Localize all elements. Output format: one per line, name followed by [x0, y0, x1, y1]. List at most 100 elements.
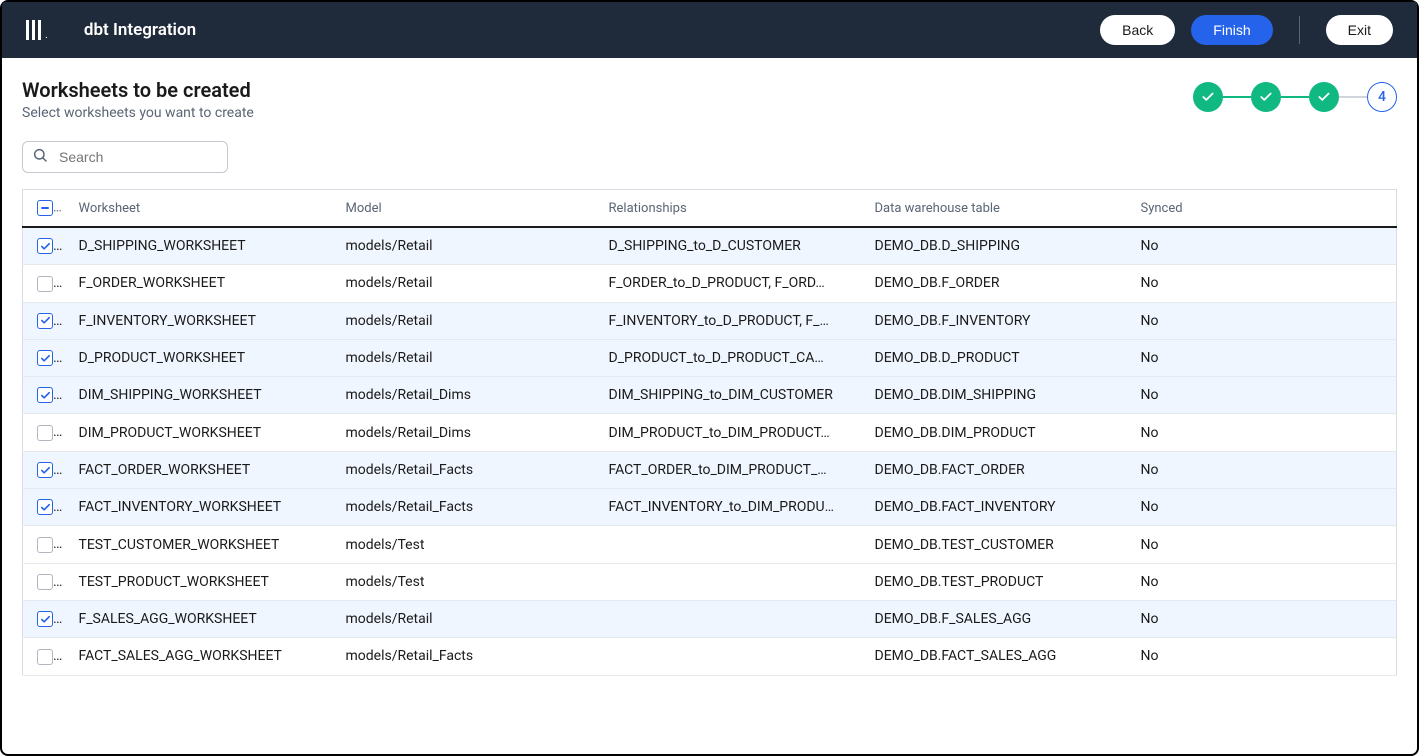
progress-stepper: 4	[1193, 78, 1397, 112]
cell-dw-table: DEMO_DB.DIM_SHIPPING	[861, 377, 1127, 414]
app-logo: .	[26, 20, 48, 40]
row-checkbox[interactable]	[37, 649, 53, 665]
cell-worksheet: D_PRODUCT_WORKSHEET	[65, 339, 332, 376]
step-4-current: 4	[1367, 82, 1397, 112]
search-input[interactable]	[22, 141, 228, 173]
content-area: Worksheets to be created Select workshee…	[2, 58, 1417, 676]
cell-dw-table: DEMO_DB.TEST_CUSTOMER	[861, 526, 1127, 563]
cell-relationships: DIM_SHIPPING_to_DIM_CUSTOMER	[595, 377, 861, 414]
header-divider	[1299, 16, 1300, 44]
table-row[interactable]: F_ORDER_WORKSHEETmodels/RetailF_ORDER_to…	[23, 265, 1397, 302]
logo-icon	[26, 20, 41, 40]
cell-worksheet: FACT_ORDER_WORKSHEET	[65, 451, 332, 488]
header-worksheet[interactable]: Worksheet	[65, 190, 332, 228]
row-checkbox[interactable]	[37, 425, 53, 441]
cell-worksheet: TEST_CUSTOMER_WORKSHEET	[65, 526, 332, 563]
cell-worksheet: DIM_SHIPPING_WORKSHEET	[65, 377, 332, 414]
cell-synced: No	[1127, 377, 1397, 414]
exit-button[interactable]: Exit	[1326, 15, 1393, 45]
step-connector	[1281, 96, 1309, 98]
cell-dw-table: DEMO_DB.TEST_PRODUCT	[861, 563, 1127, 600]
cell-synced: No	[1127, 489, 1397, 526]
table-row[interactable]: FACT_ORDER_WORKSHEETmodels/Retail_FactsF…	[23, 451, 1397, 488]
cell-synced: No	[1127, 414, 1397, 451]
cell-dw-table: DEMO_DB.D_SHIPPING	[861, 227, 1127, 265]
row-checkbox[interactable]	[37, 313, 53, 329]
row-checkbox[interactable]	[37, 387, 53, 403]
cell-synced: No	[1127, 339, 1397, 376]
select-all-checkbox[interactable]	[37, 200, 53, 216]
cell-relationships	[595, 526, 861, 563]
header-select-all	[23, 190, 65, 228]
search-box	[22, 141, 228, 173]
row-checkbox-cell	[23, 563, 65, 600]
header-synced[interactable]: Synced	[1127, 190, 1397, 228]
cell-relationships	[595, 600, 861, 637]
back-button[interactable]: Back	[1100, 15, 1175, 45]
row-checkbox[interactable]	[37, 238, 53, 254]
cell-worksheet: D_SHIPPING_WORKSHEET	[65, 227, 332, 265]
header-dw-table[interactable]: Data warehouse table	[861, 190, 1127, 228]
row-checkbox-cell	[23, 451, 65, 488]
cell-worksheet: TEST_PRODUCT_WORKSHEET	[65, 563, 332, 600]
table-row[interactable]: D_SHIPPING_WORKSHEETmodels/RetailD_SHIPP…	[23, 227, 1397, 265]
worksheets-table: Worksheet Model Relationships Data wareh…	[22, 189, 1397, 676]
cell-worksheet: DIM_PRODUCT_WORKSHEET	[65, 414, 332, 451]
row-checkbox-cell	[23, 302, 65, 339]
cell-relationships	[595, 638, 861, 675]
cell-dw-table: DEMO_DB.FACT_ORDER	[861, 451, 1127, 488]
cell-model: models/Retail_Facts	[332, 489, 595, 526]
page-title: Worksheets to be created	[22, 78, 254, 102]
cell-relationships: FACT_ORDER_to_DIM_PRODUCT_…	[595, 451, 861, 488]
cell-synced: No	[1127, 302, 1397, 339]
row-checkbox[interactable]	[37, 350, 53, 366]
check-icon	[1201, 90, 1215, 104]
header-relationships[interactable]: Relationships	[595, 190, 861, 228]
cell-dw-table: DEMO_DB.F_INVENTORY	[861, 302, 1127, 339]
table-row[interactable]: F_SALES_AGG_WORKSHEETmodels/RetailDEMO_D…	[23, 600, 1397, 637]
cell-relationships: FACT_INVENTORY_to_DIM_PRODU…	[595, 489, 861, 526]
table-row[interactable]: DIM_PRODUCT_WORKSHEETmodels/Retail_DimsD…	[23, 414, 1397, 451]
cell-synced: No	[1127, 600, 1397, 637]
header-model[interactable]: Model	[332, 190, 595, 228]
cell-worksheet: FACT_INVENTORY_WORKSHEET	[65, 489, 332, 526]
row-checkbox[interactable]	[37, 537, 53, 553]
cell-model: models/Retail	[332, 265, 595, 302]
row-checkbox[interactable]	[37, 276, 53, 292]
cell-model: models/Retail	[332, 302, 595, 339]
row-checkbox[interactable]	[37, 611, 53, 627]
cell-worksheet: F_SALES_AGG_WORKSHEET	[65, 600, 332, 637]
check-icon	[1259, 90, 1273, 104]
row-checkbox[interactable]	[37, 462, 53, 478]
check-icon	[1317, 90, 1331, 104]
table-row[interactable]: FACT_SALES_AGG_WORKSHEETmodels/Retail_Fa…	[23, 638, 1397, 675]
table-row[interactable]: F_INVENTORY_WORKSHEETmodels/RetailF_INVE…	[23, 302, 1397, 339]
title-block: Worksheets to be created Select workshee…	[22, 78, 254, 121]
table-row[interactable]: D_PRODUCT_WORKSHEETmodels/RetailD_PRODUC…	[23, 339, 1397, 376]
table-row[interactable]: DIM_SHIPPING_WORKSHEETmodels/Retail_Dims…	[23, 377, 1397, 414]
cell-dw-table: DEMO_DB.F_SALES_AGG	[861, 600, 1127, 637]
cell-worksheet: FACT_SALES_AGG_WORKSHEET	[65, 638, 332, 675]
row-checkbox[interactable]	[37, 499, 53, 515]
cell-model: models/Retail	[332, 227, 595, 265]
row-checkbox-cell	[23, 489, 65, 526]
cell-relationships: DIM_PRODUCT_to_DIM_PRODUCT…	[595, 414, 861, 451]
page-subtitle: Select worksheets you want to create	[22, 105, 254, 121]
row-checkbox-cell	[23, 339, 65, 376]
cell-relationships: D_PRODUCT_to_D_PRODUCT_CA…	[595, 339, 861, 376]
step-connector	[1339, 96, 1367, 98]
header-title: dbt Integration	[84, 20, 196, 40]
cell-relationships: F_ORDER_to_D_PRODUCT, F_ORD…	[595, 265, 861, 302]
row-checkbox[interactable]	[37, 574, 53, 590]
table-row[interactable]: TEST_CUSTOMER_WORKSHEETmodels/TestDEMO_D…	[23, 526, 1397, 563]
step-1-done	[1193, 82, 1223, 112]
finish-button[interactable]: Finish	[1191, 15, 1272, 45]
cell-dw-table: DEMO_DB.DIM_PRODUCT	[861, 414, 1127, 451]
table-row[interactable]: FACT_INVENTORY_WORKSHEETmodels/Retail_Fa…	[23, 489, 1397, 526]
cell-dw-table: DEMO_DB.FACT_SALES_AGG	[861, 638, 1127, 675]
cell-worksheet: F_ORDER_WORKSHEET	[65, 265, 332, 302]
table-row[interactable]: TEST_PRODUCT_WORKSHEETmodels/TestDEMO_DB…	[23, 563, 1397, 600]
row-checkbox-cell	[23, 638, 65, 675]
search-wrap	[22, 141, 1397, 173]
cell-synced: No	[1127, 451, 1397, 488]
